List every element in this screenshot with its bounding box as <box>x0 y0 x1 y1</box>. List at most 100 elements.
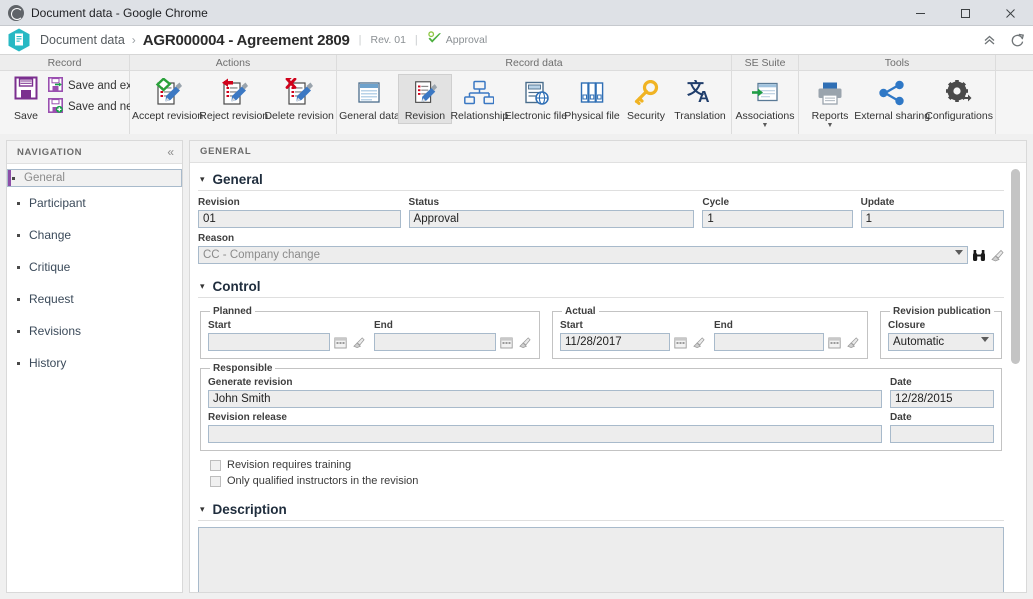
security-button[interactable]: Security <box>619 74 673 124</box>
scrollbar-thumb[interactable] <box>1011 169 1020 364</box>
external-sharing-button[interactable]: External sharing <box>854 74 930 124</box>
associations-label: Associations <box>735 110 795 122</box>
sidebar-item-change[interactable]: Change <box>7 219 182 251</box>
gear-icon <box>945 77 973 109</box>
generate-revision-input[interactable]: John Smith <box>208 390 882 408</box>
bullet-icon <box>17 329 20 333</box>
delete-revision-button[interactable]: Delete revision <box>264 74 334 124</box>
translation-button[interactable]: 文 A Translation <box>673 74 727 124</box>
planned-start-input[interactable] <box>208 333 330 351</box>
accept-revision-button[interactable]: Accept revision <box>132 74 203 124</box>
calendar-icon[interactable] <box>333 334 348 351</box>
sidebar-item-participant[interactable]: Participant <box>7 187 182 219</box>
relationship-button[interactable]: Relationship <box>450 74 508 124</box>
vertical-scrollbar[interactable] <box>1011 169 1020 586</box>
section-header-control[interactable]: ▾ Control <box>198 276 1004 298</box>
closure-select[interactable]: Automatic <box>888 333 994 351</box>
reject-revision-button[interactable]: Reject revision <box>199 74 268 124</box>
eraser-icon[interactable] <box>351 334 366 351</box>
revision-button[interactable]: Revision <box>397 74 452 124</box>
electronic-file-button[interactable]: Electronic file <box>505 74 567 124</box>
physical-file-button[interactable]: Physical file <box>564 74 620 124</box>
release-date-input[interactable] <box>890 425 994 443</box>
revision-input[interactable]: 01 <box>198 210 401 228</box>
calendar-icon[interactable] <box>673 334 688 351</box>
save-and-new-button[interactable]: Save and new <box>48 98 141 116</box>
reason-select[interactable]: CC - Company change <box>198 246 968 264</box>
chevron-down-icon[interactable]: ▼ <box>827 122 834 129</box>
eraser-icon[interactable] <box>989 247 1004 264</box>
chevrons-left-icon[interactable]: « <box>167 146 174 158</box>
chevron-down-icon[interactable] <box>981 337 989 342</box>
checkbox-revision-requires-training[interactable]: Revision requires training <box>210 459 1004 471</box>
fieldset-legend-actual: Actual <box>565 306 596 317</box>
status-input[interactable]: Approval <box>408 210 695 228</box>
breadcrumb-root[interactable]: Document data <box>40 33 125 47</box>
eraser-icon[interactable] <box>691 334 706 351</box>
update-input[interactable]: 1 <box>860 210 1005 228</box>
security-label: Security <box>627 110 665 122</box>
chevron-down-icon[interactable]: ▾ <box>200 175 205 184</box>
general-data-icon <box>355 77 383 109</box>
save-and-exit-button[interactable]: Save and exit <box>48 77 141 95</box>
eraser-icon[interactable] <box>517 334 532 351</box>
field-label-actual-start: Start <box>560 320 583 331</box>
sidebar-item-request[interactable]: Request <box>7 283 182 315</box>
close-button[interactable] <box>988 0 1033 26</box>
checkbox-icon[interactable] <box>210 459 221 471</box>
share-icon <box>878 77 906 109</box>
ribbon-group-actions: Actions Accept revision Reject revision … <box>130 55 337 134</box>
configurations-button[interactable]: Configurations <box>925 74 993 124</box>
ribbon-group-tools: Tools Reports ▼ External sharing Configu… <box>799 55 996 134</box>
printer-icon <box>816 77 844 109</box>
green-check-icon <box>427 31 442 49</box>
delete-revision-icon <box>284 77 314 109</box>
calendar-icon[interactable] <box>499 334 514 351</box>
sidebar-item-general[interactable]: General <box>7 169 182 187</box>
general-data-button[interactable]: General data <box>339 74 400 124</box>
actual-end-input[interactable] <box>714 333 824 351</box>
field-label-planned-end: End <box>374 320 393 331</box>
refresh-icon[interactable] <box>1010 33 1025 48</box>
revision-release-input[interactable] <box>208 425 882 443</box>
planned-end-input[interactable] <box>374 333 496 351</box>
cycle-input[interactable]: 1 <box>702 210 853 228</box>
key-icon <box>632 77 660 109</box>
checkbox-only-qualified-instructors[interactable]: Only qualified instructors in the revisi… <box>210 475 1004 487</box>
reports-button[interactable]: Reports ▼ <box>803 74 857 131</box>
navigation-panel: NAVIGATION « General Participant Change … <box>6 140 183 593</box>
field-planned-start: Start <box>208 320 366 351</box>
sidebar-item-critique[interactable]: Critique <box>7 251 182 283</box>
field-closure: Closure Automatic <box>888 320 994 351</box>
revision-label-ribbon: Revision <box>404 110 446 122</box>
checkbox-icon[interactable] <box>210 475 221 487</box>
chevron-up-double-icon[interactable] <box>983 34 996 47</box>
minimize-button[interactable] <box>898 0 943 26</box>
actual-start-input[interactable]: 11/28/2017 <box>560 333 670 351</box>
maximize-button[interactable] <box>943 0 988 26</box>
associations-button[interactable]: Associations ▼ <box>736 74 794 131</box>
description-textarea[interactable] <box>198 527 1004 592</box>
sidebar-item-revisions[interactable]: Revisions <box>7 315 182 347</box>
header-divider-1: | <box>358 34 362 46</box>
generate-date-input[interactable]: 12/28/2015 <box>890 390 994 408</box>
header-divider-2: | <box>414 34 418 46</box>
associations-icon <box>751 77 779 109</box>
section-header-description[interactable]: ▾ Description <box>198 499 1004 521</box>
floppy-disk-icon <box>13 75 39 106</box>
save-button[interactable]: Save <box>4 73 48 122</box>
chevron-down-icon[interactable]: ▾ <box>200 505 205 514</box>
chevron-down-icon[interactable] <box>955 250 963 255</box>
calendar-icon[interactable] <box>827 334 842 351</box>
bullet-icon <box>17 265 20 269</box>
field-revision-release: Revision release <box>208 412 882 443</box>
checkbox-label: Only qualified instructors in the revisi… <box>227 475 419 487</box>
binoculars-icon[interactable] <box>971 247 986 264</box>
section-header-general[interactable]: ▾ General <box>198 169 1004 191</box>
section-title-description: Description <box>212 502 287 517</box>
eraser-icon[interactable] <box>845 334 860 351</box>
chevron-down-icon[interactable]: ▾ <box>200 282 205 291</box>
chevron-down-icon[interactable]: ▼ <box>762 122 769 129</box>
sidebar-item-history[interactable]: History <box>7 347 182 379</box>
save-new-icon <box>48 98 63 116</box>
